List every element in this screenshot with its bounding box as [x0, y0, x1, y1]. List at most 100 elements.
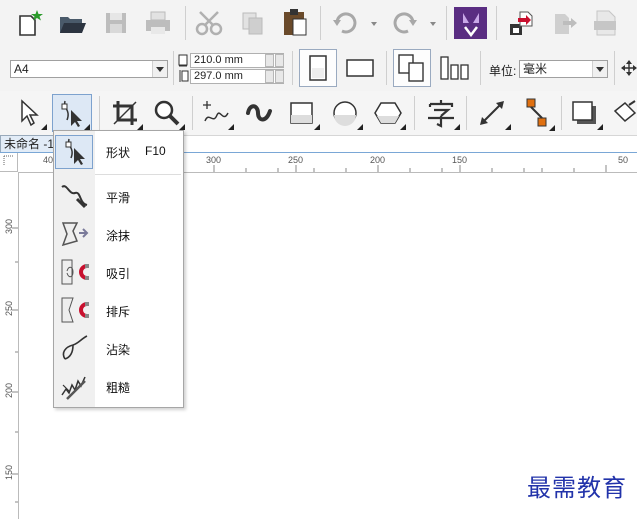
flyout-corner-icon: [549, 125, 555, 131]
flyout-corner-icon: [597, 124, 603, 130]
print-icon: [146, 11, 170, 34]
flyout-item-smudge[interactable]: 沾染: [54, 330, 183, 366]
flyout-item-label: 排斥: [106, 305, 131, 319]
flyout-item-smear[interactable]: 涂抹: [54, 216, 183, 252]
open-button[interactable]: [56, 8, 88, 38]
toolbar-separator: [414, 96, 415, 130]
page-size-select[interactable]: A4: [10, 60, 168, 78]
print-button[interactable]: [142, 8, 174, 38]
publish-pdf-button[interactable]: [590, 7, 622, 39]
flyout-corner-icon: [314, 124, 320, 130]
shape-tool-icon: [61, 100, 82, 127]
flyout-corner-icon: [505, 124, 511, 130]
zoom-tool-button[interactable]: [148, 95, 186, 131]
landscape-button[interactable]: [341, 49, 379, 87]
polygon-icon: [374, 102, 402, 124]
export-icon: [555, 14, 577, 34]
drop-shadow-icon: [572, 101, 596, 124]
corel-connect-button[interactable]: [454, 7, 487, 39]
corel-connect-icon: [462, 13, 479, 37]
cut-button[interactable]: [193, 8, 225, 38]
current-page-icon: [440, 56, 469, 80]
chevron-down-icon: [592, 61, 607, 77]
rectangle-tool-button[interactable]: [283, 95, 321, 131]
redo-dropdown-icon[interactable]: [430, 22, 436, 26]
flyout-item-roughen[interactable]: 粗糙: [54, 368, 183, 404]
v-ruler-label: 200: [4, 382, 14, 398]
h-ruler-label: 150: [452, 155, 468, 165]
toolbar-separator: [192, 96, 193, 130]
toolbar-separator: [614, 51, 615, 85]
shape-tool-flyout: 形状 F10 平滑 涂抹 吸引 排斥 沾染 粗糙: [53, 130, 184, 408]
roughen-tool-icon: [58, 370, 92, 402]
magnifier-icon: [154, 100, 180, 126]
vertical-ruler[interactable]: 300 250 200 150: [0, 172, 19, 519]
v-ruler-label: 250: [4, 300, 14, 316]
height-spin-up[interactable]: [275, 70, 284, 83]
new-document-icon: [19, 10, 43, 36]
ellipse-tool-button[interactable]: [326, 95, 364, 131]
artistic-media-tool-button[interactable]: [240, 95, 278, 131]
height-spin-down[interactable]: [265, 70, 274, 83]
paste-button[interactable]: [278, 6, 312, 38]
h-ruler-label: 200: [370, 155, 386, 165]
flyout-separator: [95, 174, 181, 175]
redo-button[interactable]: [390, 10, 420, 36]
current-page-button[interactable]: [436, 49, 474, 87]
crop-icon: [113, 101, 137, 125]
dimension-tool-button[interactable]: [472, 95, 512, 131]
text-tool-button[interactable]: [421, 95, 461, 131]
width-spin-down[interactable]: [265, 54, 274, 67]
open-folder-icon: [60, 17, 86, 33]
save-icon: [106, 13, 126, 33]
freehand-icon: [203, 101, 229, 122]
paint-bucket-icon: [613, 100, 636, 123]
copy-icon: [242, 12, 263, 35]
toolbar-separator: [292, 51, 293, 85]
document-tab[interactable]: 未命名 -1: [0, 135, 60, 153]
pick-tool-button[interactable]: [10, 95, 48, 131]
all-pages-button[interactable]: [393, 49, 431, 87]
save-button[interactable]: [100, 8, 132, 38]
paste-icon: [284, 9, 307, 36]
toolbar-separator: [386, 51, 387, 85]
portrait-button[interactable]: [299, 49, 337, 87]
smear-tool-icon: [58, 218, 92, 250]
polygon-tool-button[interactable]: [369, 95, 407, 131]
toolbar-separator: [185, 6, 186, 40]
ruler-origin[interactable]: [0, 153, 18, 172]
toolbar-separator: [466, 96, 467, 130]
export-button[interactable]: [548, 7, 580, 39]
document-tab-label: 未命名 -1: [4, 137, 55, 151]
undo-button[interactable]: [330, 10, 360, 36]
import-button[interactable]: [505, 7, 537, 39]
flyout-item-attract[interactable]: 吸引: [54, 254, 183, 290]
flyout-item-repel[interactable]: 排斥: [54, 292, 183, 328]
property-bar: A4 210.0 mm 297.0 mm 单位: 毫米: [0, 45, 637, 92]
dimension-icon: [480, 101, 504, 125]
undo-dropdown-icon[interactable]: [371, 22, 377, 26]
width-spin-up[interactable]: [275, 54, 284, 67]
h-ruler-label: 50: [618, 155, 629, 165]
v-ruler-label: 300: [4, 218, 14, 234]
nudge-icon[interactable]: [621, 60, 637, 76]
drop-shadow-tool-button[interactable]: [566, 95, 604, 131]
chevron-down-icon: [152, 61, 167, 77]
crop-tool-button[interactable]: [106, 95, 144, 131]
copy-button[interactable]: [236, 8, 268, 38]
fill-tool-button[interactable]: [608, 95, 637, 131]
standard-toolbar: [0, 0, 637, 46]
ellipse-icon: [333, 101, 357, 126]
page-width-value: 210.0 mm: [194, 54, 243, 66]
landscape-icon: [346, 59, 374, 77]
watermark-text: 最需教育: [527, 474, 627, 502]
flyout-item-smooth[interactable]: 平滑: [54, 178, 183, 214]
new-document-button[interactable]: [14, 8, 46, 38]
units-select[interactable]: 毫米: [519, 60, 608, 78]
flyout-item-shape[interactable]: 形状 F10: [54, 133, 183, 169]
connector-tool-button[interactable]: [516, 94, 556, 132]
h-ruler-label: 40: [43, 155, 54, 165]
smudge-tool-icon: [58, 332, 92, 364]
shape-tool-button[interactable]: [52, 94, 92, 132]
freehand-tool-button[interactable]: [197, 95, 235, 131]
